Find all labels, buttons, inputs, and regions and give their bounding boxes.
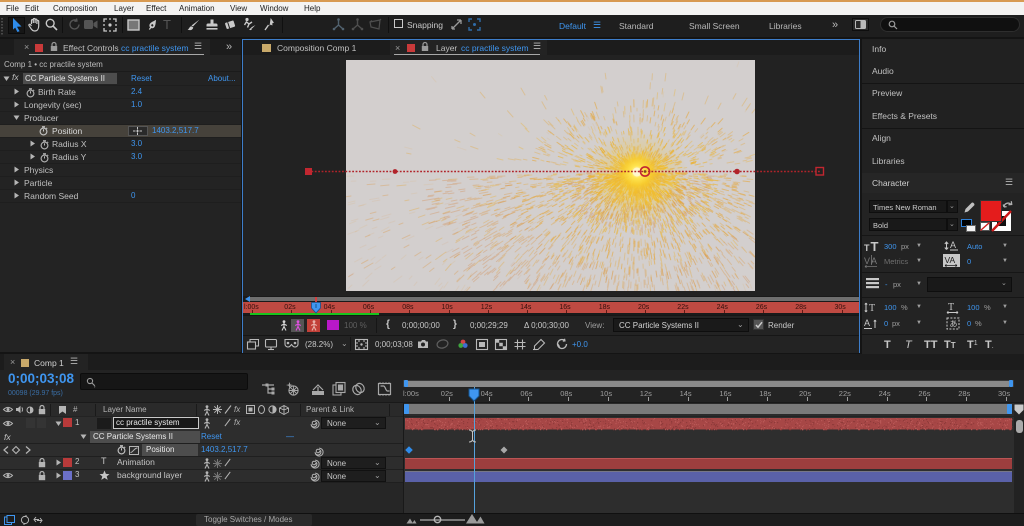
svg-text:T: T bbox=[864, 243, 870, 253]
svg-text:V: V bbox=[864, 256, 870, 266]
svg-text:あ: あ bbox=[950, 320, 958, 329]
svg-text:T: T bbox=[869, 303, 875, 314]
svg-text:A: A bbox=[950, 240, 956, 250]
svg-text:A: A bbox=[864, 318, 870, 328]
svg-text:A: A bbox=[871, 256, 877, 266]
svg-text:T: T bbox=[948, 302, 954, 313]
svg-text:VA: VA bbox=[945, 255, 956, 265]
svg-text:T: T bbox=[871, 239, 879, 254]
